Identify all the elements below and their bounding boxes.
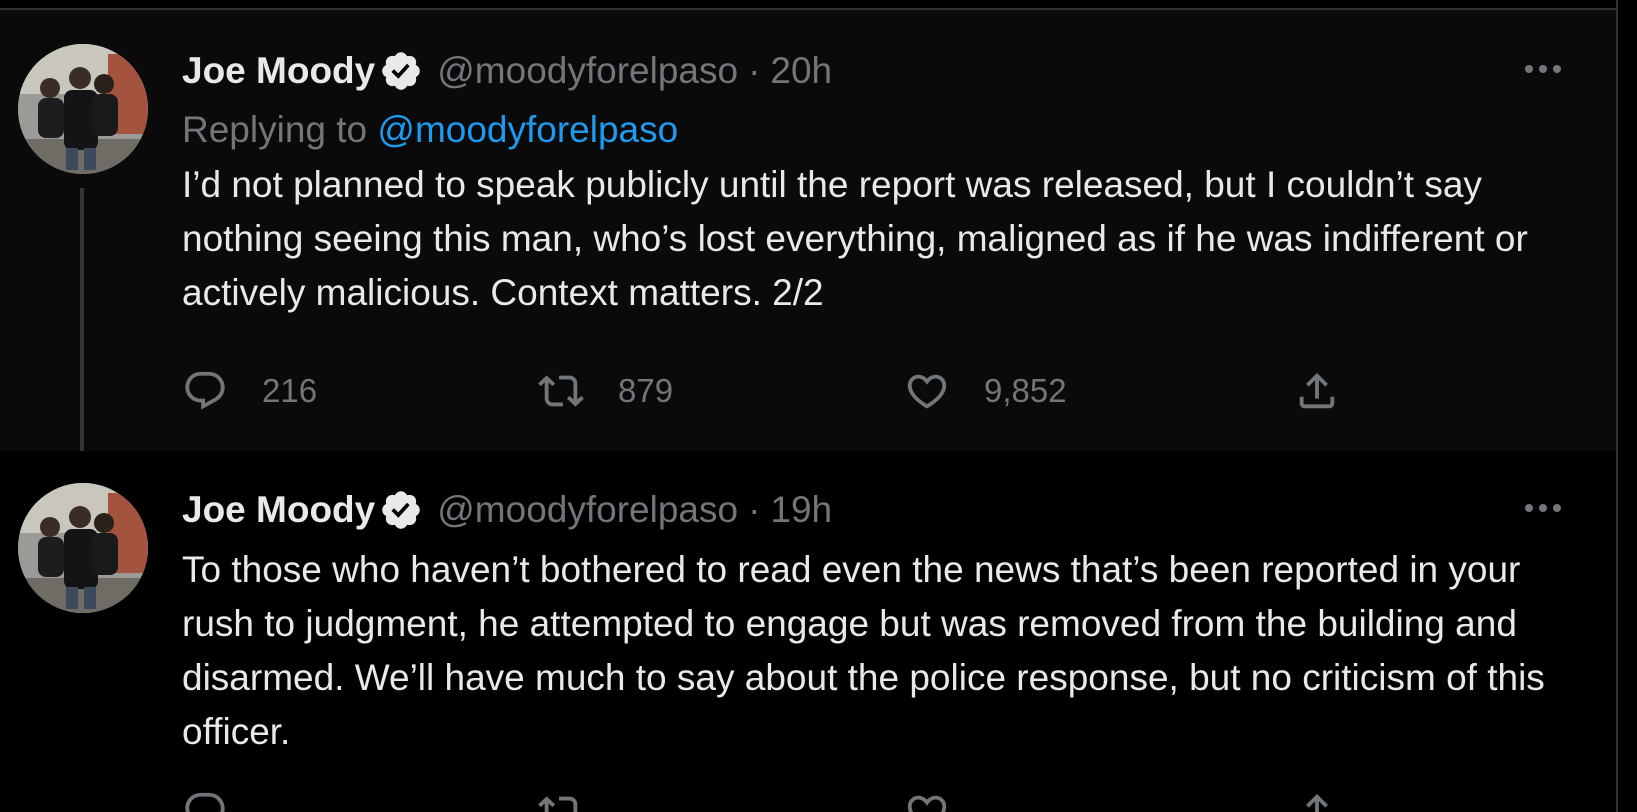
separator-dot: · [748, 489, 761, 530]
author-handle[interactable]: @moodyforelpaso [437, 489, 738, 531]
timeline: Joe Moody @moodyforelpaso · 20h Replying… [0, 0, 1637, 812]
avatar-image [18, 483, 148, 613]
tweet-text: To those who haven’t bothered to read ev… [182, 549, 1545, 752]
tweet[interactable]: Joe Moody @moodyforelpaso · 19h To those… [0, 451, 1616, 812]
author-handle[interactable]: @moodyforelpaso [437, 50, 738, 92]
replying-to: Replying to @moodyforelpaso [182, 104, 1576, 156]
replying-to-label: Replying to [182, 109, 368, 150]
avatar[interactable] [18, 44, 148, 174]
tweet-content: Joe Moody @moodyforelpaso · 19h To those… [182, 483, 1576, 759]
retweet-icon [538, 375, 584, 407]
tweet-actions [182, 787, 1362, 812]
top-divider [0, 0, 1618, 10]
reply-button[interactable]: 216 [182, 366, 317, 416]
like-button[interactable] [904, 787, 950, 812]
avatar[interactable] [18, 483, 148, 613]
share-icon [1299, 372, 1335, 409]
replying-to-mention-link[interactable]: @moodyforelpaso [377, 109, 678, 150]
tweet-header: Joe Moody @moodyforelpaso · 19h [182, 483, 1576, 537]
author-name[interactable]: Joe Moody [182, 489, 375, 531]
like-count: 9,852 [984, 372, 1067, 409]
retweet-count: 879 [618, 372, 674, 409]
heart-icon [907, 374, 947, 409]
verified-badge-icon[interactable] [379, 488, 423, 532]
tweet-header: Joe Moody @moodyforelpaso · 20h [182, 44, 1576, 98]
reply-bubble-icon [185, 371, 225, 410]
retweet-button[interactable] [538, 787, 584, 812]
share-button[interactable] [1294, 366, 1340, 416]
avatar-image [18, 44, 148, 174]
tweet[interactable]: Joe Moody @moodyforelpaso · 20h Replying… [0, 10, 1616, 481]
right-divider [1616, 0, 1618, 812]
retweet-button[interactable]: 879 [538, 366, 673, 416]
heart-icon [907, 795, 947, 812]
more-options-icon[interactable] [1520, 54, 1566, 84]
share-icon [1306, 793, 1328, 812]
like-button[interactable]: 9,852 [904, 366, 1067, 416]
reply-button[interactable] [182, 787, 228, 812]
author-name[interactable]: Joe Moody [182, 50, 375, 92]
verified-badge-icon[interactable] [379, 49, 423, 93]
separator-dot: · [748, 50, 761, 91]
tweet-text: I’d not planned to speak publicly until … [182, 164, 1528, 313]
share-button[interactable] [1294, 787, 1340, 812]
more-options-icon[interactable] [1520, 493, 1566, 523]
thread-connector [80, 188, 84, 481]
reply-bubble-icon [185, 792, 225, 812]
tweet-content: Joe Moody @moodyforelpaso · 20h Replying… [182, 44, 1576, 320]
reply-count: 216 [262, 372, 318, 409]
tweet-actions: 216 879 9,852 [182, 366, 1362, 416]
timestamp[interactable]: 19h [770, 489, 832, 531]
retweet-icon [538, 796, 578, 812]
timestamp[interactable]: 20h [770, 50, 832, 92]
